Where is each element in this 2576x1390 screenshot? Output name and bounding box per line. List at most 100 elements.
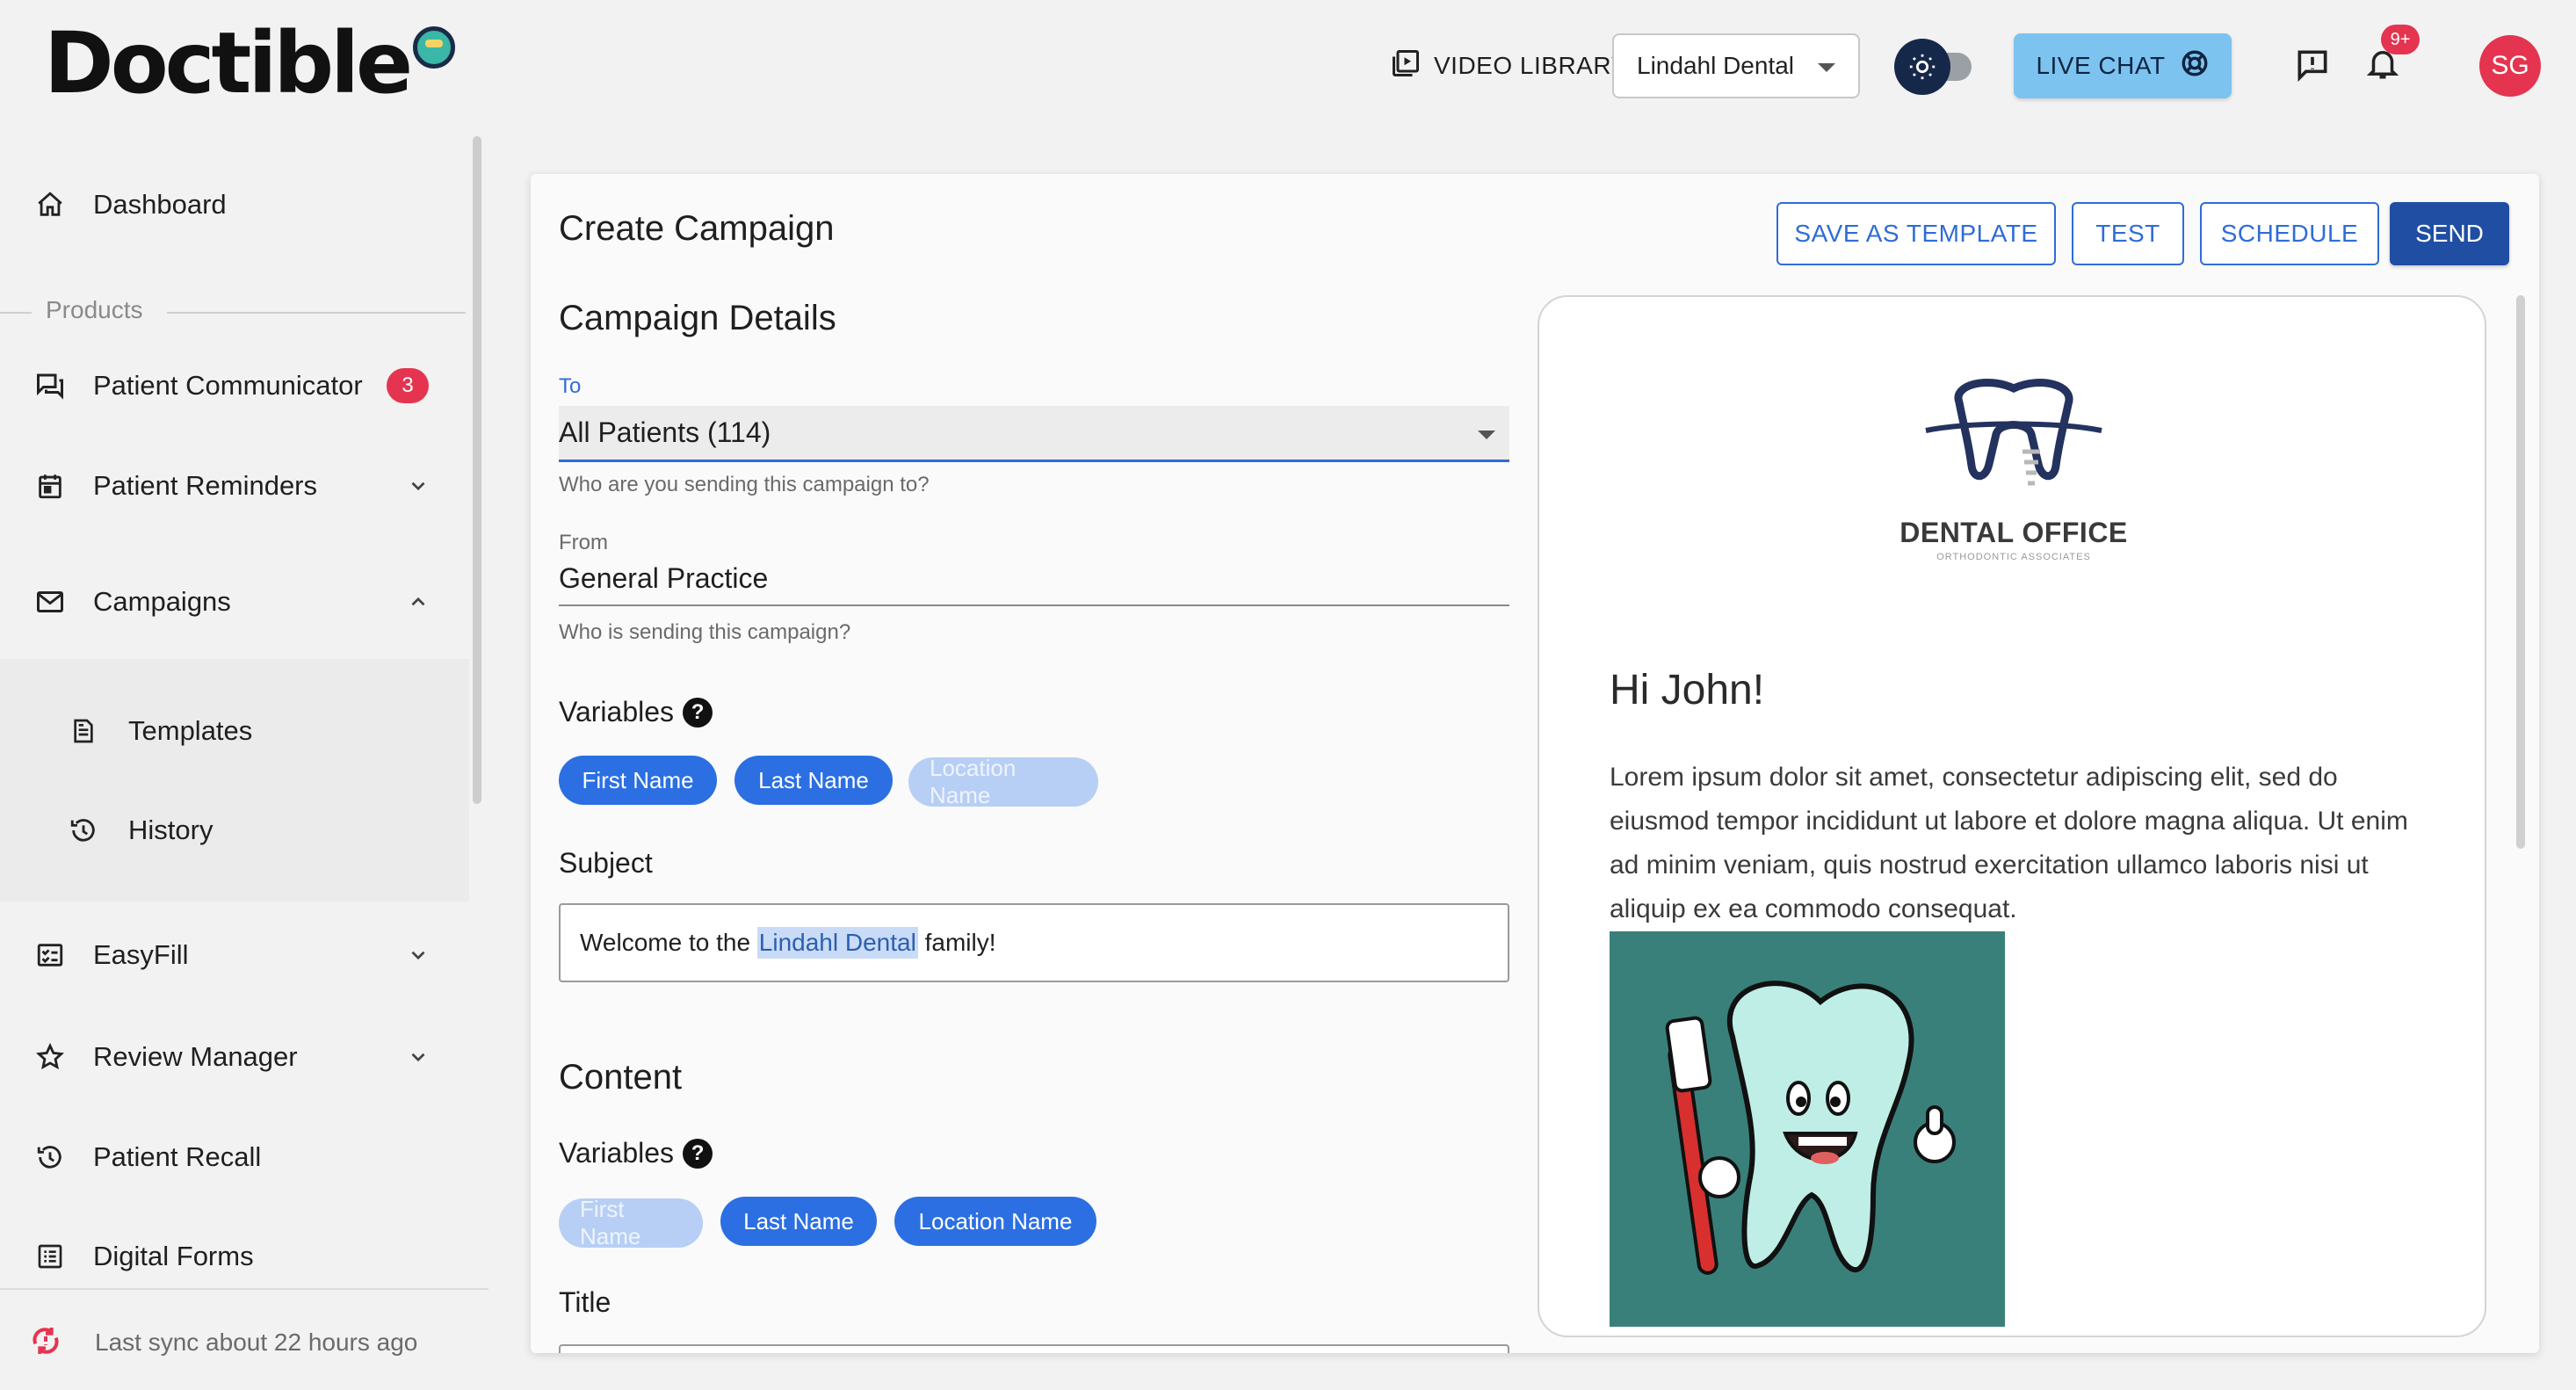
sidebar-item-digital-forms[interactable]: Digital Forms (0, 1221, 469, 1292)
sidebar-item-label: Patient Communicator (93, 370, 363, 401)
email-body-text: Lorem ipsum dolor sit amet, consectetur … (1610, 763, 2408, 923)
sidebar-item-history[interactable]: History (0, 795, 469, 865)
variable-chip-last-name[interactable]: Last Name (734, 756, 893, 805)
sidebar-item-label: Digital Forms (93, 1241, 254, 1271)
create-campaign-card: Create Campaign SAVE AS TEMPLATE TEST SC… (531, 174, 2539, 1353)
to-select[interactable]: All Patients (114) (559, 406, 1509, 462)
lifebuoy-icon (2180, 48, 2210, 84)
sidebar-item-label: Patient Recall (93, 1141, 262, 1172)
checklist-icon (33, 938, 67, 972)
title-input[interactable] (559, 1344, 1509, 1353)
dental-office-logo: DENTAL OFFICE ORTHODONTIC ASSOCIATES (1891, 367, 2137, 587)
help-icon[interactable]: ? (683, 697, 713, 728)
sidebar-item-label: Patient Reminders (93, 470, 318, 501)
tooth-logo-icon (1925, 379, 2102, 486)
caret-down-icon (1818, 63, 1835, 72)
chevron-down-icon (402, 1041, 434, 1073)
notifications-badge: 9+ (2381, 25, 2420, 54)
sidebar-item-label: Review Manager (93, 1041, 298, 1072)
form-list-icon (33, 1240, 67, 1273)
to-help-text: Who are you sending this campaign to? (559, 473, 930, 496)
schedule-button[interactable]: SCHEDULE (2200, 202, 2379, 265)
sidebar-scrollbar[interactable] (473, 136, 481, 804)
video-library-icon (1390, 47, 1422, 85)
subject-input[interactable]: Welcome to the Lindahl Dental family! (559, 903, 1509, 982)
products-label: Products (46, 296, 143, 323)
sidebar-item-label: EasyFill (93, 939, 189, 970)
sidebar-item-review-manager[interactable]: Review Manager (0, 1022, 469, 1092)
save-as-template-button[interactable]: SAVE AS TEMPLATE (1776, 202, 2056, 265)
doctible-logo[interactable]: Doctible (44, 19, 456, 107)
tooth-mascot-image (1610, 931, 2005, 1327)
calendar-icon (33, 469, 67, 503)
variable-chip-first-name[interactable]: First Name (559, 756, 717, 805)
from-help-text: Who is sending this campaign? (559, 620, 851, 644)
content-variables-label: Variables ? (559, 1137, 713, 1169)
to-select-value: All Patients (114) (559, 416, 771, 448)
variable-chip-location-name[interactable]: Location Name (894, 1197, 1096, 1246)
sidebar-item-label: Templates (128, 715, 253, 746)
email-preview: DENTAL OFFICE ORTHODONTIC ASSOCIATES Hi … (1538, 295, 2486, 1337)
top-bar: VIDEO LIBRARY Lindahl Dental LIVE CHAT 9… (1346, 25, 2576, 98)
test-button[interactable]: TEST (2072, 202, 2184, 265)
notifications-button[interactable]: 9+ (2356, 25, 2420, 91)
document-icon (67, 714, 100, 748)
subject-selected-text: Lindahl Dental (756, 927, 918, 959)
sidebar-item-label: Dashboard (93, 189, 227, 220)
chevron-up-icon (402, 586, 434, 618)
star-icon (33, 1040, 67, 1074)
help-icon[interactable]: ? (683, 1138, 713, 1169)
theme-toggle[interactable] (1891, 37, 1979, 95)
sidebar-item-campaigns[interactable]: Campaigns (0, 567, 469, 637)
unread-badge: 3 (387, 368, 429, 403)
sidebar-item-dashboard[interactable]: Dashboard (0, 170, 469, 240)
title-field-label: Title (559, 1286, 611, 1318)
sync-status: Last sync about 22 hours ago (0, 1288, 488, 1390)
sidebar-item-patient-communicator[interactable]: Patient Communicator 3 (0, 351, 469, 421)
sidebar-item-easyfill[interactable]: EasyFill (0, 920, 469, 990)
caret-down-icon (1478, 431, 1495, 439)
variable-chip-location-name: Location Name (908, 755, 1098, 808)
products-divider: Products (0, 294, 469, 329)
page-title: Create Campaign (559, 209, 835, 248)
chevron-down-icon (402, 470, 434, 502)
sidebar: Dashboard Products Patient Communicator … (0, 136, 469, 1287)
chevron-down-icon (402, 939, 434, 971)
to-field-label: To (559, 374, 582, 398)
sync-status-text: Last sync about 22 hours ago (95, 1328, 418, 1356)
live-chat-label: LIVE CHAT (2036, 52, 2166, 79)
location-select-value: Lindahl Dental (1637, 52, 1795, 79)
mail-icon (33, 585, 67, 619)
sidebar-item-templates[interactable]: Templates (0, 696, 469, 766)
subject-prefix: Welcome to the (580, 929, 757, 956)
history-icon (67, 814, 100, 847)
feedback-icon[interactable] (2286, 39, 2339, 91)
preview-scrollbar[interactable] (2516, 295, 2525, 849)
sidebar-item-patient-recall[interactable]: Patient Recall (0, 1122, 469, 1192)
from-input[interactable]: General Practice (559, 552, 1509, 606)
divider-line (167, 312, 466, 314)
history-icon (33, 1140, 67, 1174)
logo-mark-icon (413, 26, 456, 69)
variables-label-text: Variables (559, 696, 675, 728)
dental-office-subtitle: ORTHODONTIC ASSOCIATES (1936, 552, 2091, 562)
sidebar-item-patient-reminders[interactable]: Patient Reminders (0, 451, 469, 521)
content-heading: Content (559, 1058, 683, 1097)
variable-chip-first-name: First Name (559, 1196, 703, 1249)
live-chat-button[interactable]: LIVE CHAT (2014, 33, 2232, 98)
sync-error-icon (28, 1323, 63, 1358)
send-button[interactable]: SEND (2390, 202, 2509, 265)
video-library-label: VIDEO LIBRARY (1434, 52, 1628, 79)
variables-label-text: Variables (559, 1137, 675, 1169)
user-avatar[interactable]: SG (2479, 35, 2541, 97)
sidebar-item-label: Campaigns (93, 586, 231, 617)
home-icon (33, 188, 67, 221)
subject-suffix: family! (917, 929, 996, 956)
campaign-details-heading: Campaign Details (559, 299, 836, 337)
subject-label: Subject (559, 847, 653, 879)
dental-office-name: DENTAL OFFICE (1899, 517, 2128, 548)
subject-variables-label: Variables ? (559, 696, 713, 728)
variable-chip-last-name[interactable]: Last Name (720, 1197, 877, 1246)
video-library-button[interactable]: VIDEO LIBRARY (1390, 33, 1635, 98)
location-select[interactable]: Lindahl Dental (1612, 33, 1860, 98)
